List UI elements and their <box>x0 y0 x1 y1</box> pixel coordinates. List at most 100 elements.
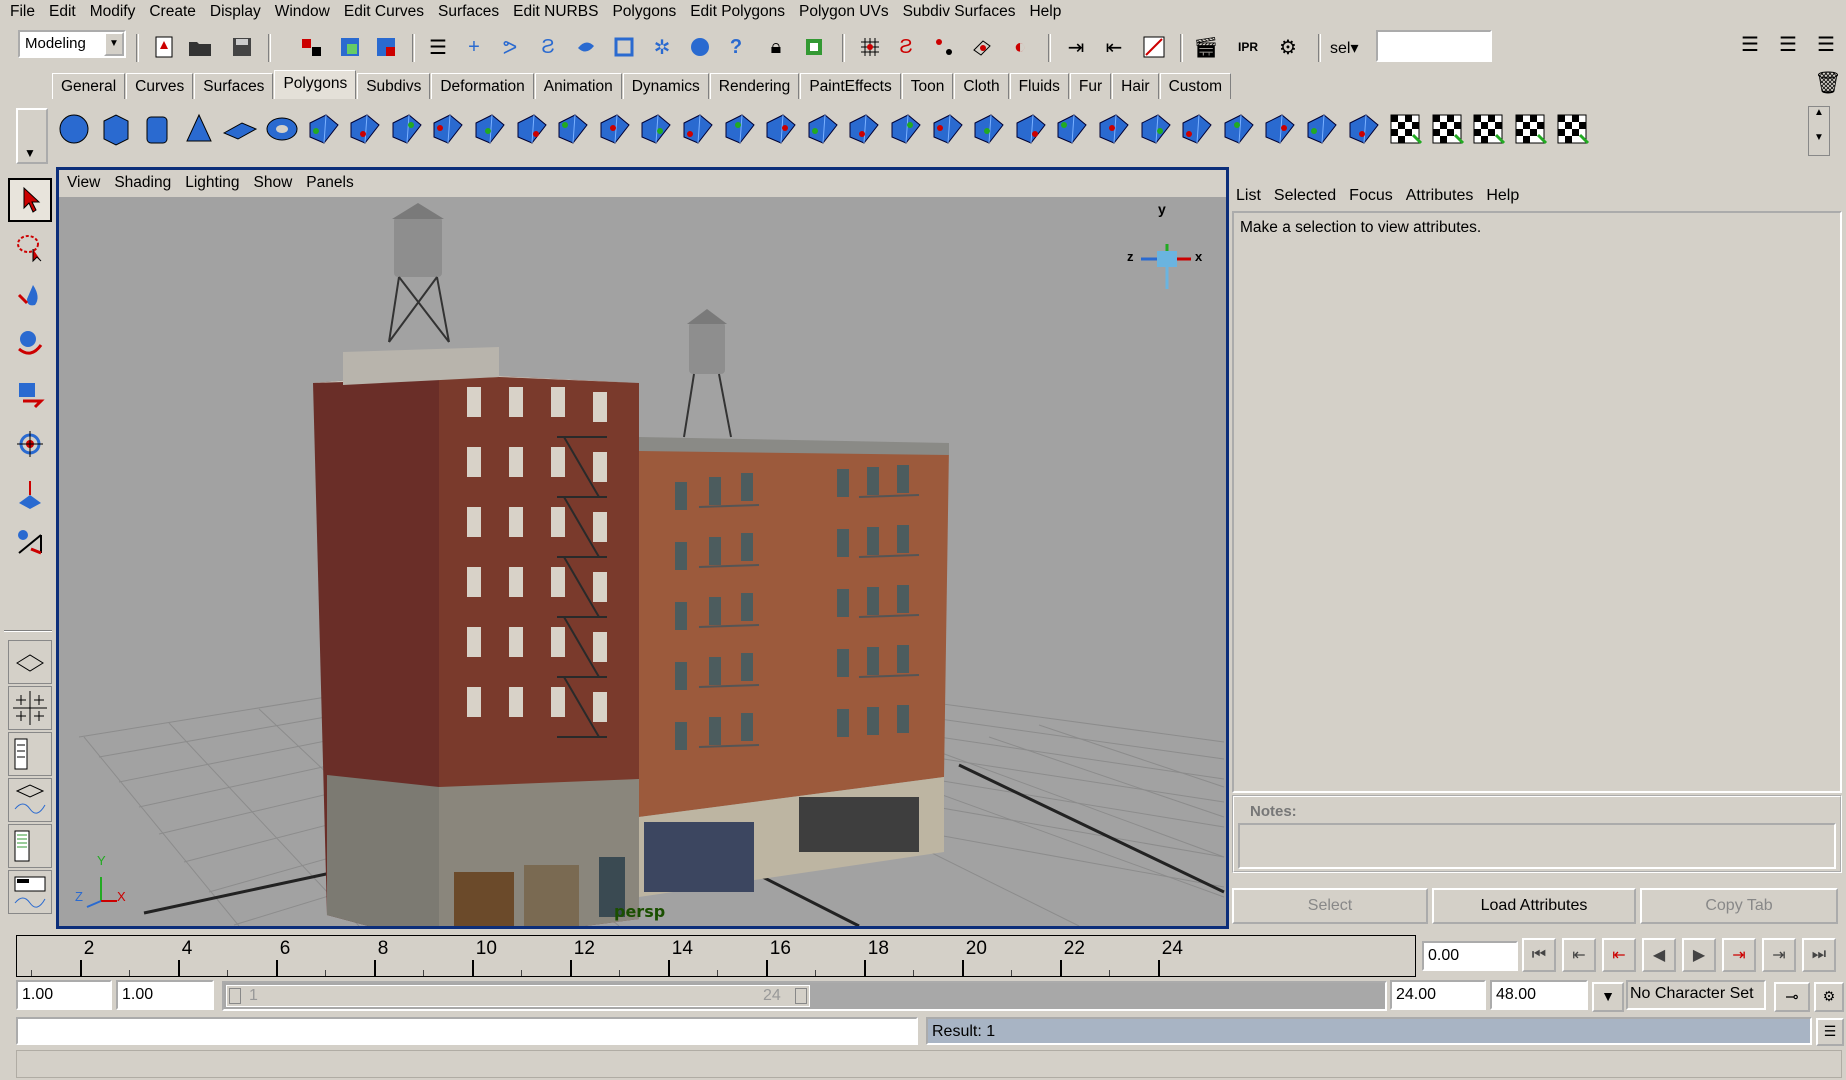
menu-polygons[interactable]: Polygons <box>606 3 684 21</box>
make-hole-icon[interactable] <box>1342 107 1386 151</box>
output-operations-icon[interactable]: ⇤ <box>1100 33 1128 61</box>
go-to-start-icon[interactable]: ⏮ <box>1522 938 1556 972</box>
attr-menu-help[interactable]: Help <box>1486 187 1519 205</box>
attr-menu-focus[interactable]: Focus <box>1349 187 1393 205</box>
move-tool-icon[interactable] <box>8 322 52 366</box>
select-handles-icon[interactable]: + <box>460 33 488 61</box>
uv-texture-editor-icon[interactable] <box>1550 107 1594 151</box>
outliner-persp-layout-icon[interactable] <box>8 732 52 776</box>
menu-display[interactable]: Display <box>204 3 269 21</box>
viewport-menu-view[interactable]: View <box>67 174 100 192</box>
load-attributes-button[interactable]: Load Attributes <box>1432 888 1636 924</box>
playback-start-field[interactable]: 1.00 <box>116 980 214 1010</box>
poly-pipe-icon[interactable] <box>343 107 387 151</box>
hypershade-layout-icon[interactable] <box>8 824 52 868</box>
snap-to-grid-icon[interactable] <box>856 33 884 61</box>
chevron-down-icon[interactable]: ▼ <box>104 32 124 56</box>
input-operations-icon[interactable]: ⇥ <box>1062 33 1090 61</box>
shelf-scrollbar[interactable]: ▲ ▼ <box>1808 106 1830 156</box>
play-backward-icon[interactable]: ◀ <box>1642 938 1676 972</box>
menu-polygon-uvs[interactable]: Polygon UVs <box>793 3 897 21</box>
select-rendering-icon[interactable] <box>686 33 714 61</box>
append-polygon-icon[interactable] <box>926 107 970 151</box>
combine-icon[interactable] <box>468 107 512 151</box>
planar-mapping-icon[interactable] <box>1383 107 1427 151</box>
shelf-tab-subdivs[interactable]: Subdivs <box>357 73 431 99</box>
separate-icon[interactable] <box>510 107 554 151</box>
range-end-grip[interactable] <box>795 988 807 1004</box>
boolean-union-icon[interactable] <box>593 107 637 151</box>
toggle-attribute-editor-icon[interactable]: ☰ <box>1812 30 1840 58</box>
attr-menu-list[interactable]: List <box>1236 187 1261 205</box>
paint-select-tool-icon[interactable] <box>8 274 52 318</box>
last-tool-used-icon[interactable] <box>8 520 52 564</box>
script-editor-icon[interactable]: ☰ <box>1816 1018 1844 1046</box>
open-scene-icon[interactable] <box>186 33 214 61</box>
toggle-layer-editor-icon[interactable]: ☰ <box>1774 30 1802 58</box>
viewport-menu-shading[interactable]: Shading <box>114 174 171 192</box>
shelf-tab-animation[interactable]: Animation <box>534 73 622 99</box>
poly-helix-icon[interactable] <box>385 107 429 151</box>
snap-to-point-icon[interactable] <box>930 33 958 61</box>
mode-selector[interactable]: Modeling ▼ <box>18 30 126 58</box>
select-deformations-icon[interactable] <box>610 33 638 61</box>
menu-window[interactable]: Window <box>269 3 338 21</box>
trash-icon[interactable]: 🗑︎ <box>1814 70 1842 96</box>
poly-cylinder-icon[interactable] <box>135 107 179 151</box>
viewport-menu-panels[interactable]: Panels <box>306 174 353 192</box>
lasso-tool-icon[interactable] <box>8 226 52 270</box>
shelf-tab-rendering[interactable]: Rendering <box>709 73 800 99</box>
notes-field[interactable] <box>1238 823 1836 869</box>
menu-modify[interactable]: Modify <box>84 3 144 21</box>
menu-create[interactable]: Create <box>143 3 204 21</box>
single-perspective-layout-icon[interactable] <box>8 640 52 684</box>
quick-selection-field[interactable] <box>1376 30 1492 62</box>
attr-menu-attributes[interactable]: Attributes <box>1406 187 1474 205</box>
step-forward-key-icon[interactable]: ⇥ <box>1762 938 1796 972</box>
make-live-icon[interactable]: ◐ <box>1006 33 1034 61</box>
save-scene-icon[interactable] <box>228 33 256 61</box>
duplicate-face-icon[interactable] <box>1217 107 1261 151</box>
auto-mapping-icon[interactable] <box>1508 107 1552 151</box>
select-surfaces-icon[interactable] <box>572 33 600 61</box>
step-back-frame-icon[interactable]: ⇤ <box>1602 938 1636 972</box>
wedge-face-icon[interactable] <box>1300 107 1344 151</box>
select-button[interactable]: Select <box>1232 888 1428 924</box>
quadrangulate-icon[interactable] <box>718 107 762 151</box>
poly-torus-icon[interactable] <box>260 107 304 151</box>
select-by-hierarchy-icon[interactable] <box>298 33 326 61</box>
auto-key-icon[interactable]: ⊸ <box>1774 982 1810 1012</box>
ipr-render-icon[interactable]: IPR <box>1234 33 1262 61</box>
menu-edit[interactable]: Edit <box>43 3 84 21</box>
render-globals-icon[interactable]: ⚙︎ <box>1274 33 1302 61</box>
select-by-component-icon[interactable] <box>372 33 400 61</box>
graph-editor-layout-icon[interactable] <box>8 778 52 822</box>
copy-tab-button[interactable]: Copy Tab <box>1640 888 1838 924</box>
current-time-field[interactable]: 0.00 <box>1422 941 1518 971</box>
fill-hole-icon[interactable] <box>759 107 803 151</box>
poly-cone-icon[interactable] <box>177 107 221 151</box>
play-forward-icon[interactable]: ▶ <box>1682 938 1716 972</box>
start-time-field[interactable]: 1.00 <box>16 980 112 1010</box>
construction-history-icon[interactable] <box>1140 33 1168 61</box>
chevron-down-icon[interactable]: ▼ <box>1592 982 1624 1012</box>
range-slider-handle[interactable]: 1 24 <box>226 985 810 1007</box>
scroll-up-icon[interactable]: ▲ <box>1809 107 1829 118</box>
new-scene-icon[interactable] <box>150 33 178 61</box>
rotate-tool-icon[interactable] <box>8 372 52 416</box>
snap-to-view-plane-icon[interactable] <box>968 33 996 61</box>
chamfer-icon[interactable] <box>1175 107 1219 151</box>
step-back-key-icon[interactable]: ⇤ <box>1562 938 1596 972</box>
end-time-field[interactable]: 48.00 <box>1490 980 1588 1010</box>
shelf-menu-button[interactable]: ▼ <box>16 108 48 164</box>
menu-help[interactable]: Help <box>1023 3 1069 21</box>
shelf-tab-surfaces[interactable]: Surfaces <box>194 73 274 99</box>
select-curves-icon[interactable]: Ƨ <box>534 33 562 61</box>
manipulator-tool-icon[interactable] <box>8 472 52 516</box>
shelf-tab-fluids[interactable]: Fluids <box>1009 73 1069 99</box>
shelf-tab-painteffects[interactable]: PaintEffects <box>800 73 901 99</box>
shelf-tab-custom[interactable]: Custom <box>1159 73 1231 99</box>
playback-end-field[interactable]: 24.00 <box>1390 980 1486 1010</box>
bevel-icon[interactable] <box>1092 107 1136 151</box>
cut-faces-icon[interactable] <box>1050 107 1094 151</box>
